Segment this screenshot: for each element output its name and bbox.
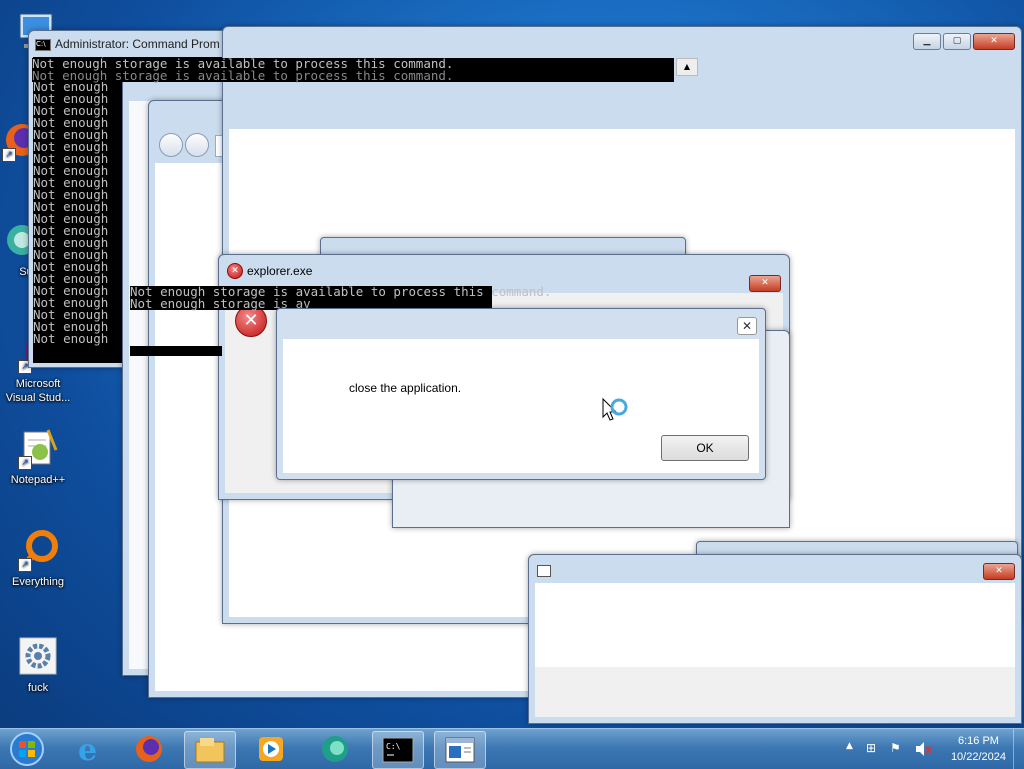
window-footer — [535, 667, 1015, 717]
show-hidden-icons-button[interactable]: ▲ — [846, 741, 853, 751]
explorer-icon — [195, 738, 225, 763]
small-app-window[interactable]: ✕ — [528, 554, 1022, 724]
error-icon: ✕ — [227, 263, 243, 279]
window-client — [535, 583, 1015, 667]
close-button[interactable]: ✕ — [737, 317, 757, 335]
show-desktop-button[interactable] — [1013, 729, 1024, 769]
media-player-icon — [259, 737, 283, 761]
taskbar-edge-button[interactable] — [310, 731, 360, 767]
error-dialog[interactable]: ✕ close the application. OK — [276, 308, 766, 480]
app-window-icon — [445, 737, 475, 763]
taskbar-app-window-button[interactable] — [434, 731, 486, 769]
cmd-window-title: Administrator: Command Prom — [55, 37, 220, 51]
start-button[interactable] — [2, 731, 52, 767]
cmd-title-icon: C:\ — [35, 39, 51, 51]
close-button[interactable]: ✕ — [983, 563, 1015, 580]
network-icon[interactable]: ⊞ — [866, 741, 876, 755]
cmd-overflow-text: Not enough storage is available to proce… — [32, 57, 674, 83]
scrollbar-up-button[interactable]: ▲ — [676, 58, 698, 76]
app-window-icon — [537, 565, 551, 577]
action-center-flag-icon[interactable]: ⚑ — [890, 741, 901, 755]
clock-date: 10/22/2024 — [950, 751, 1006, 763]
ok-button[interactable]: OK — [661, 435, 749, 461]
settings-app-icon — [16, 634, 60, 678]
clock-time: 6:16 PM — [957, 735, 999, 747]
taskbar: e C:\ ▲ ⊞ ⚑ 6:16 PM 10/22/2024 — [0, 728, 1024, 769]
edge-icon — [322, 736, 348, 762]
dialog-title: explorer.exe — [247, 264, 313, 278]
window-controls: ▁ ▢ ✕ — [913, 33, 1015, 50]
cmd-black-strip — [130, 346, 222, 356]
desktop-icon-label: Notepad++ — [10, 474, 66, 486]
taskbar-cmd-button[interactable]: C:\ — [372, 731, 424, 769]
desktop-icon-label: Microsoft Visual Stud... — [5, 378, 71, 404]
firefox-icon — [136, 736, 162, 762]
taskbar-ie-button[interactable]: e — [64, 731, 114, 767]
forward-button[interactable] — [185, 133, 209, 157]
shortcut-arrow-icon: ↗ — [18, 558, 32, 572]
ie-icon: e — [78, 733, 97, 765]
taskbar-firefox-button[interactable] — [124, 731, 174, 767]
back-button[interactable] — [159, 133, 183, 157]
shortcut-arrow-icon: ↗ — [18, 456, 32, 470]
start-orb-icon — [10, 732, 44, 766]
busy-cursor-icon — [601, 397, 629, 428]
error-message: close the application. — [349, 381, 462, 395]
desktop-icon-label: Everything — [12, 576, 64, 588]
close-button[interactable]: ✕ — [749, 275, 781, 292]
console-line: Not enough storage is available to proce… — [32, 68, 454, 83]
desktop-icon-label: fuck — [27, 682, 49, 694]
system-clock[interactable]: 6:16 PM 10/22/2024 — [951, 733, 1006, 765]
taskbar-media-player-button[interactable] — [246, 731, 296, 767]
volume-muted-icon[interactable] — [914, 741, 932, 760]
desktop-icon-fuck[interactable]: fuck — [2, 634, 74, 695]
everything-icon: ↗ — [16, 528, 60, 572]
taskbar-explorer-button[interactable] — [184, 731, 236, 769]
shortcut-arrow-icon: ↗ — [2, 148, 16, 162]
dialog-body: close the application. OK — [283, 339, 759, 473]
desktop-icon-notepadpp[interactable]: ↗ Notepad++ — [2, 426, 74, 487]
maximize-button[interactable]: ▢ — [943, 33, 971, 50]
svg-text:e: e — [78, 733, 97, 765]
desktop-icon-everything[interactable]: ↗ Everything — [2, 528, 74, 589]
cmd-icon: C:\ — [382, 737, 414, 763]
svg-text:C:\: C:\ — [386, 742, 401, 751]
notepadpp-icon: ↗ — [16, 426, 60, 470]
minimize-button[interactable]: ▁ — [913, 33, 941, 50]
cmd-overflow-text: Not enough storage is available to proce… — [130, 285, 551, 310]
close-button[interactable]: ✕ — [973, 33, 1015, 50]
